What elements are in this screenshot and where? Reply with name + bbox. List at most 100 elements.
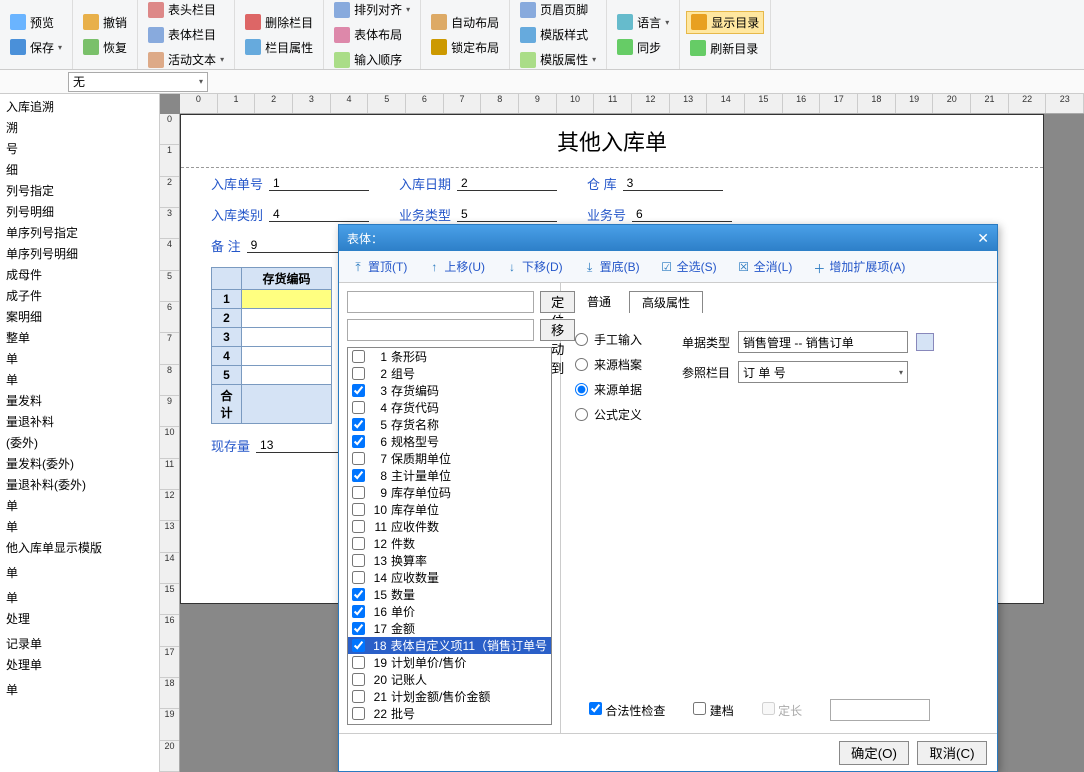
field-value[interactable]: 2	[457, 176, 557, 191]
down-button[interactable]: ↓下移(D)	[499, 256, 569, 277]
sidebar[interactable]: 入库追溯溯号细列号指定列号明细单序列号指定单序列号明细成母件成子件案明细整单单单…	[0, 94, 160, 772]
show-toc-button[interactable]: 显示目录	[686, 11, 764, 34]
list-checkbox[interactable]	[352, 503, 365, 516]
active-text-button[interactable]: 活动文本▾	[144, 49, 228, 70]
list-item[interactable]: 20记账人	[348, 671, 551, 688]
sidebar-item[interactable]: 溯	[0, 117, 159, 138]
list-item[interactable]: 6规格型号	[348, 433, 551, 450]
list-checkbox[interactable]	[352, 554, 365, 567]
col-attr-button[interactable]: 栏目属性	[241, 37, 317, 58]
preview-button[interactable]: 预览	[6, 12, 66, 33]
sidebar-item[interactable]: 整单	[0, 327, 159, 348]
sidebar-item[interactable]: 成子件	[0, 285, 159, 306]
list-item[interactable]: 22批号	[348, 705, 551, 722]
row-header[interactable]: 4	[212, 347, 242, 366]
body-row-button[interactable]: 表体栏目	[144, 24, 228, 45]
language-button[interactable]: 语言▾	[613, 12, 673, 33]
list-item[interactable]: 1条形码	[348, 348, 551, 365]
sidebar-item[interactable]: 处理	[0, 608, 159, 629]
undo-button[interactable]: 撤销	[79, 12, 131, 33]
header-footer-button[interactable]: 页眉页脚	[516, 0, 600, 20]
list-checkbox[interactable]	[352, 384, 365, 397]
field-value[interactable]: 9	[247, 238, 347, 253]
sidebar-item[interactable]: 记录单	[0, 633, 159, 654]
sidebar-item[interactable]: 量退补料(委外)	[0, 474, 159, 495]
table-layout-button[interactable]: 表体布局	[330, 24, 414, 45]
list-item[interactable]: 18表体自定义项11（销售订单号	[348, 637, 551, 654]
list-checkbox[interactable]	[352, 588, 365, 601]
list-item[interactable]: 19计划单价/售价	[348, 654, 551, 671]
list-checkbox[interactable]	[352, 707, 365, 720]
chk-fixed[interactable]: 定长	[762, 702, 802, 719]
sync-button[interactable]: 同步	[613, 37, 673, 58]
grid-cell[interactable]	[242, 309, 332, 328]
add-button[interactable]: ＋增加扩展项(A)	[806, 256, 911, 277]
list-item[interactable]: 11应收件数	[348, 518, 551, 535]
none-button[interactable]: ☒全消(L)	[731, 256, 799, 277]
field-list[interactable]: 1条形码2组号3存货编码4存货代码5存货名称6规格型号7保质期单位8主计量单位9…	[347, 347, 552, 725]
sidebar-item[interactable]: 单	[0, 348, 159, 369]
refresh-toc-button[interactable]: 刷新目录	[686, 38, 764, 59]
sidebar-item[interactable]: 单	[0, 587, 159, 608]
lookup-icon[interactable]	[916, 333, 934, 351]
list-checkbox[interactable]	[352, 401, 365, 414]
style-dropdown[interactable]: 无▾	[68, 72, 208, 92]
list-item[interactable]: 5存货名称	[348, 416, 551, 433]
list-checkbox[interactable]	[352, 605, 365, 618]
tab-advanced[interactable]: 高级属性	[629, 291, 703, 313]
chk-valid[interactable]: 合法性检查	[589, 702, 665, 719]
sidebar-item[interactable]: 单序列号指定	[0, 222, 159, 243]
restore-button[interactable]: 恢复	[79, 37, 131, 58]
bill-type-select[interactable]: 销售管理 -- 销售订单	[738, 331, 908, 353]
fixed-length-input[interactable]	[830, 699, 930, 721]
row-header[interactable]: 2	[212, 309, 242, 328]
sidebar-item[interactable]: 成母件	[0, 264, 159, 285]
radio-ref-bill[interactable]	[575, 383, 588, 396]
row-header[interactable]: 5	[212, 366, 242, 385]
list-checkbox[interactable]	[352, 418, 365, 431]
list-item[interactable]: 10库存单位	[348, 501, 551, 518]
locate-input[interactable]	[347, 291, 534, 313]
grid-cell[interactable]	[242, 366, 332, 385]
radio-manual[interactable]	[575, 333, 588, 346]
list-item[interactable]: 8主计量单位	[348, 467, 551, 484]
grid-cell[interactable]	[242, 290, 332, 309]
list-checkbox[interactable]	[352, 367, 365, 380]
radio-formula[interactable]	[575, 408, 588, 421]
list-item[interactable]: 23生产日期	[348, 722, 551, 725]
close-icon[interactable]: ✕	[977, 230, 989, 247]
list-checkbox[interactable]	[352, 639, 365, 652]
save-button[interactable]: 保存▾	[6, 37, 66, 58]
sidebar-item[interactable]: 列号指定	[0, 180, 159, 201]
list-checkbox[interactable]	[352, 452, 365, 465]
list-checkbox[interactable]	[352, 690, 365, 703]
dialog-titlebar[interactable]: 表体： ✕	[339, 225, 997, 251]
moveto-input[interactable]	[347, 319, 534, 341]
list-item[interactable]: 15数量	[348, 586, 551, 603]
col-header[interactable]: 存货编码	[242, 268, 332, 290]
arrange-button[interactable]: 排列对齐▾	[330, 0, 414, 20]
lock-layout-button[interactable]: 锁定布局	[427, 37, 503, 58]
list-item[interactable]: 21计划金额/售价金额	[348, 688, 551, 705]
header-row-button[interactable]: 表头栏目	[144, 0, 228, 20]
sidebar-item[interactable]: 量发料(委外)	[0, 453, 159, 474]
bottom-button[interactable]: ⤓置底(B)	[577, 256, 646, 277]
list-item[interactable]: 2组号	[348, 365, 551, 382]
ok-button[interactable]: 确定(O)	[839, 741, 909, 765]
cancel-button[interactable]: 取消(C)	[917, 741, 987, 765]
chk-archive[interactable]: 建档	[693, 702, 733, 719]
sidebar-item[interactable]: 单	[0, 495, 159, 516]
sidebar-item[interactable]: 案明细	[0, 306, 159, 327]
list-checkbox[interactable]	[352, 350, 365, 363]
row-header[interactable]: 3	[212, 328, 242, 347]
field-value[interactable]: 3	[623, 176, 723, 191]
list-checkbox[interactable]	[352, 571, 365, 584]
template-style-button[interactable]: 模版样式	[516, 24, 600, 45]
list-checkbox[interactable]	[352, 724, 365, 725]
list-item[interactable]: 7保质期单位	[348, 450, 551, 467]
top-button[interactable]: ⤒置顶(T)	[345, 256, 413, 277]
template-attr-button[interactable]: 模版属性▾	[516, 49, 600, 70]
sidebar-item[interactable]: 单	[0, 562, 159, 583]
sidebar-item[interactable]: 单	[0, 369, 159, 390]
field-value[interactable]: 4	[269, 207, 369, 222]
